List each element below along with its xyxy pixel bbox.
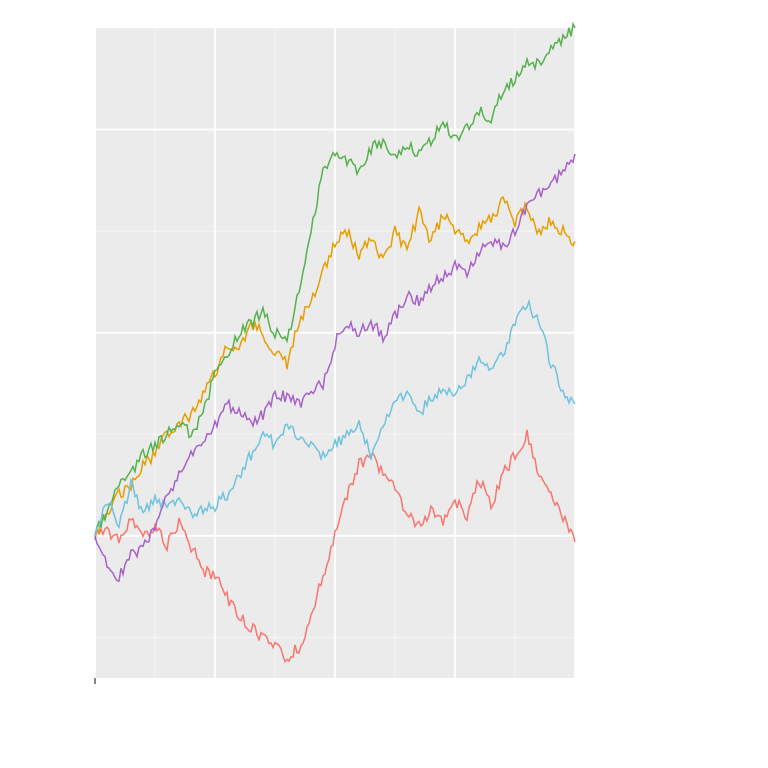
chart-container	[0, 0, 768, 768]
line-chart	[0, 0, 768, 768]
